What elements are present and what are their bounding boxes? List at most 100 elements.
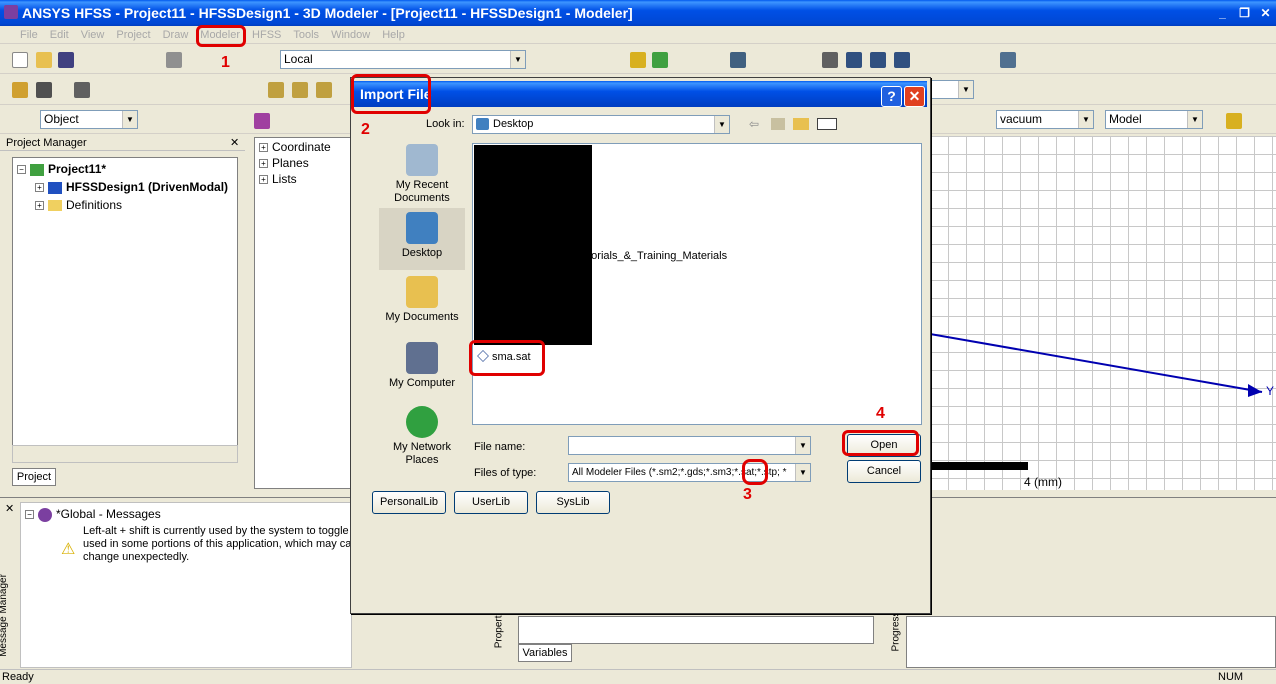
rotate-icon[interactable] bbox=[846, 52, 862, 68]
open-icon[interactable] bbox=[36, 52, 52, 68]
close-icon[interactable]: ✕ bbox=[5, 502, 14, 515]
look-in-select[interactable]: Desktop ▼ bbox=[472, 115, 730, 134]
tree-coordinate[interactable]: Coordinate bbox=[272, 140, 331, 154]
save-icon[interactable] bbox=[58, 52, 74, 68]
tree-planes[interactable]: Planes bbox=[272, 156, 309, 170]
filter-icon[interactable] bbox=[254, 113, 270, 129]
view-menu-icon[interactable] bbox=[817, 118, 837, 130]
material-icon[interactable] bbox=[630, 52, 646, 68]
place-recent[interactable]: My Recent Documents bbox=[380, 144, 464, 205]
menu-hfss[interactable]: HFSS bbox=[246, 26, 287, 44]
menu-draw[interactable]: Draw bbox=[157, 26, 195, 44]
desktop-icon bbox=[406, 212, 438, 244]
file-name-label: File name: bbox=[474, 441, 526, 453]
up-folder-icon[interactable] bbox=[771, 118, 785, 130]
help-button[interactable]: ? bbox=[881, 86, 902, 107]
horizontal-scrollbar[interactable] bbox=[12, 445, 238, 463]
annotation-box-open bbox=[842, 430, 919, 456]
menu-help[interactable]: Help bbox=[376, 26, 411, 44]
back-icon[interactable]: ⇦ bbox=[749, 117, 759, 131]
progress-panel bbox=[906, 616, 1276, 668]
message-manager-sidebar: ✕ Message Manager bbox=[0, 498, 18, 668]
recent-documents-icon bbox=[406, 144, 438, 176]
menu-project[interactable]: Project bbox=[110, 26, 156, 44]
tree-lists[interactable]: Lists bbox=[272, 172, 297, 186]
maximize-button[interactable]: ❐ bbox=[1234, 4, 1255, 23]
orient-icon[interactable] bbox=[894, 52, 910, 68]
new-icon[interactable] bbox=[12, 52, 28, 68]
menu-window[interactable]: Window bbox=[325, 26, 376, 44]
menu-view[interactable]: View bbox=[75, 26, 111, 44]
files-of-type-select[interactable]: All Modeler Files (*.sm2;*.gds;*.sm3;*.s… bbox=[568, 463, 811, 482]
project-tree: − Project11* + HFSSDesign1 (DrivenModal) +… bbox=[12, 157, 238, 463]
grid-icon[interactable] bbox=[1226, 113, 1242, 129]
network-places-icon bbox=[406, 406, 438, 438]
redacted-region bbox=[474, 145, 592, 345]
axis-graphic bbox=[930, 333, 1263, 397]
draw-arc-icon[interactable] bbox=[316, 82, 332, 98]
material-select[interactable]: vacuum ▼ bbox=[996, 110, 1094, 129]
y-axis-label: Y bbox=[1266, 384, 1275, 398]
menu-tools[interactable]: Tools bbox=[287, 26, 325, 44]
design-icon bbox=[48, 181, 62, 194]
menu-edit[interactable]: Edit bbox=[44, 26, 75, 44]
message-manager-label: Message Manager bbox=[0, 574, 9, 657]
cancel-button[interactable]: Cancel bbox=[847, 460, 921, 483]
syslib-button[interactable]: SysLib bbox=[536, 491, 610, 514]
files-of-type-label: Files of type: bbox=[474, 467, 537, 479]
annotation-box-dialog-title bbox=[351, 74, 431, 114]
validate-icon[interactable] bbox=[652, 52, 668, 68]
context-help-icon[interactable] bbox=[36, 82, 52, 98]
close-button[interactable]: ✕ bbox=[1255, 4, 1276, 23]
fit-all-icon[interactable] bbox=[1000, 52, 1016, 68]
help-icon[interactable] bbox=[12, 82, 28, 98]
close-icon[interactable]: ✕ bbox=[230, 136, 239, 149]
place-network[interactable]: My Network Places bbox=[380, 406, 464, 467]
coordinate-system-select[interactable]: Local ▼ bbox=[280, 50, 526, 69]
annotation-box-modeler bbox=[196, 25, 246, 47]
message-text: Left-alt + shift is currently used by th… bbox=[83, 525, 368, 563]
zoom-icon[interactable] bbox=[730, 52, 746, 68]
draw-line-icon[interactable] bbox=[268, 82, 284, 98]
place-desktop[interactable]: Desktop bbox=[380, 212, 464, 260]
file-item-tutorials[interactable]: utorials_&_Training_Materials bbox=[582, 250, 727, 262]
annotation-number-4: 4 bbox=[876, 405, 885, 422]
tab-variables[interactable]: Variables bbox=[518, 644, 572, 662]
userlib-button[interactable]: UserLib bbox=[454, 491, 528, 514]
3d-viewport[interactable]: Y 4 (mm) bbox=[930, 136, 1276, 490]
new-folder-icon[interactable] bbox=[793, 118, 809, 130]
design-name[interactable]: HFSSDesign1 (DrivenModal) bbox=[66, 180, 228, 194]
messages-title: *Global - Messages bbox=[56, 507, 161, 521]
project-manager-title: Project Manager bbox=[0, 135, 245, 151]
file-list[interactable]: utorials_&_Training_Materials sma.sat bbox=[472, 143, 922, 425]
rotate-axis-icon[interactable] bbox=[870, 52, 886, 68]
personallib-button[interactable]: PersonalLib bbox=[372, 491, 446, 514]
dialog-close-button[interactable]: ✕ bbox=[904, 86, 925, 107]
minimize-button[interactable]: _ bbox=[1212, 4, 1233, 23]
view-mode-select[interactable]: Model ▼ bbox=[1105, 110, 1203, 129]
dialog-title-bar: Import File ? ✕ bbox=[354, 81, 927, 107]
look-in-label: Look in: bbox=[426, 118, 465, 130]
annotation-box-sat bbox=[742, 459, 768, 485]
folder-icon bbox=[48, 200, 62, 212]
place-my-documents[interactable]: My Documents bbox=[380, 276, 464, 324]
definitions-item[interactable]: Definitions bbox=[66, 198, 122, 212]
file-name-input[interactable]: ▼ bbox=[568, 436, 811, 455]
properties-panel bbox=[518, 616, 874, 644]
annotation-number-3: 3 bbox=[743, 486, 752, 503]
tab-project[interactable]: Project bbox=[12, 468, 56, 486]
pan-icon[interactable] bbox=[822, 52, 838, 68]
warning-icon: ⚠ bbox=[61, 541, 76, 558]
my-documents-icon bbox=[406, 276, 438, 308]
progress-label: Progress bbox=[890, 611, 902, 652]
toolbar-dropdown[interactable]: ▼ bbox=[928, 80, 974, 99]
eye-icon[interactable] bbox=[74, 82, 90, 98]
annotation-number-2: 2 bbox=[361, 121, 370, 138]
selection-mode-select[interactable]: Object ▼ bbox=[40, 110, 138, 129]
draw-spline-icon[interactable] bbox=[292, 82, 308, 98]
project-name[interactable]: Project11* bbox=[48, 162, 106, 176]
menu-file[interactable]: File bbox=[0, 26, 44, 44]
place-my-computer[interactable]: My Computer bbox=[380, 342, 464, 390]
window-title: ANSYS HFSS - Project11 - HFSSDesign1 - 3… bbox=[22, 5, 633, 21]
print-icon[interactable] bbox=[166, 52, 182, 68]
